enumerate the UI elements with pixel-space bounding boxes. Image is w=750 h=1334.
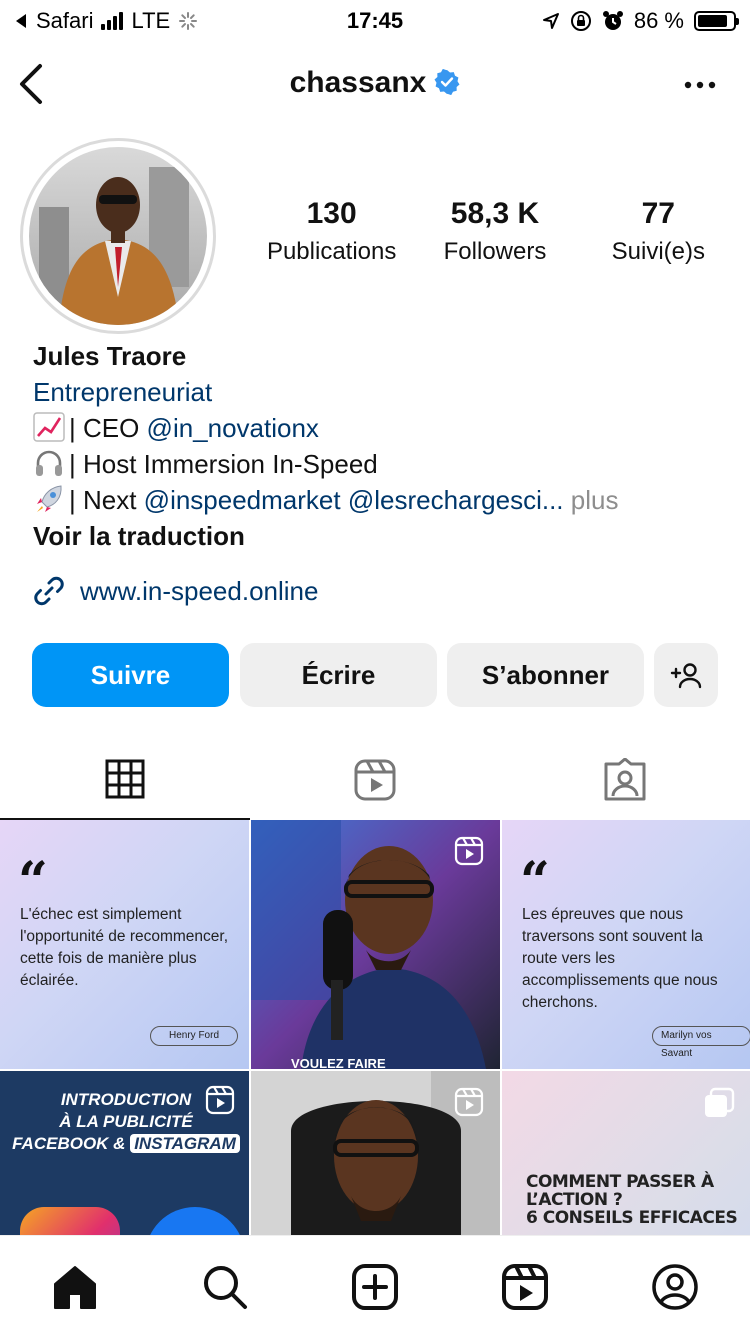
avatar[interactable] <box>29 147 207 325</box>
add-user-icon <box>670 663 702 689</box>
nav-create[interactable] <box>348 1260 402 1314</box>
profile-stats: 130 Publications 58,3 K Followers 77 Sui… <box>250 196 740 272</box>
status-bar: Safari LTE 17:45 86 % <box>0 0 750 42</box>
stat-label: Suivi(e)s <box>611 238 705 265</box>
nav-reels[interactable] <box>498 1260 552 1314</box>
post-reel[interactable] <box>251 1071 500 1235</box>
more-options-icon[interactable] <box>680 70 720 100</box>
nav-profile[interactable] <box>648 1260 702 1314</box>
bio-text: | CEO <box>69 413 147 443</box>
stat-following[interactable]: 77 Suivi(e)s <box>577 196 740 272</box>
bio-mention[interactable]: @inspeedmarket @lesrechargesci... <box>144 485 564 515</box>
stat-label: Followers <box>443 238 547 265</box>
profile-bio: Jules Traore Entrepreneuriat | CEO @in_n… <box>33 338 733 554</box>
new-post-icon <box>352 1264 398 1310</box>
battery-icon <box>694 11 739 31</box>
quote-author: Marilyn vos Savant <box>652 1026 750 1059</box>
bio-mention[interactable]: @in_novationx <box>147 413 319 443</box>
bio-text: | Host Immersion In-Speed <box>69 449 378 479</box>
reel-badge-icon <box>454 836 484 866</box>
search-icon <box>204 1266 247 1309</box>
website-link-row[interactable]: www.in-speed.online <box>32 574 318 608</box>
instagram-logo-shape <box>20 1207 120 1235</box>
suggested-users-button[interactable] <box>654 643 718 707</box>
nav-home[interactable] <box>48 1260 102 1314</box>
page-title: chassanx <box>0 66 750 100</box>
grid-icon <box>105 759 145 799</box>
location-icon <box>542 13 559 29</box>
profile-name: Jules Traore <box>33 341 187 371</box>
reels-icon <box>354 759 396 801</box>
username: chassanx <box>289 66 427 99</box>
reel-badge-icon <box>454 1087 484 1117</box>
stat-publications[interactable]: 130 Publications <box>250 196 413 272</box>
quote-text: Les épreuves que nous traversons sont so… <box>522 906 718 1011</box>
stat-value: 130 <box>306 197 357 230</box>
alarm-icon <box>602 11 623 30</box>
profile-header: chassanx <box>0 50 750 120</box>
headline-highlight: INSTAGRAM <box>130 1134 240 1153</box>
battery-percent: 86 % <box>633 8 684 33</box>
tab-tagged[interactable] <box>500 740 750 820</box>
rocket-icon <box>37 485 62 512</box>
quote-mark-icon: “ <box>520 851 550 912</box>
posts-grid: “ L'échec est simplement l'opportunité d… <box>0 820 750 1235</box>
headphones-icon <box>36 450 62 476</box>
quote-text: L'échec est simplement l'opportunité de … <box>20 906 229 989</box>
stat-label: Publications <box>266 238 397 265</box>
message-button[interactable]: Écrire <box>240 643 437 707</box>
stat-value: 58,3 K <box>450 197 540 230</box>
reel-caption: VOULEZ FAIRE <box>291 1056 386 1069</box>
rotation-lock-icon <box>570 11 591 31</box>
post-quote[interactable]: “ L'échec est simplement l'opportunité d… <box>0 820 249 1069</box>
post-headline: COMMENT PASSER À L’ACTION ? 6 CONSEILS E… <box>526 1173 746 1227</box>
home-icon <box>54 1266 96 1309</box>
tagged-icon <box>604 758 646 801</box>
tab-reels[interactable] <box>250 740 500 820</box>
reel-badge-icon <box>205 1085 235 1115</box>
profile-icon <box>652 1264 698 1310</box>
stat-followers[interactable]: 58,3 K Followers <box>413 196 576 272</box>
bio-text: | Next <box>69 485 144 515</box>
quote-mark-icon: “ <box>18 851 48 912</box>
tab-grid[interactable] <box>0 740 250 820</box>
profile-avatar-ring[interactable] <box>20 138 216 334</box>
chart-increasing-icon <box>33 412 65 442</box>
stat-value: 77 <box>641 197 675 230</box>
facebook-logo-shape <box>145 1207 245 1235</box>
link-icon <box>34 576 64 606</box>
verified-badge-icon <box>434 69 460 96</box>
post-reel[interactable]: INTRODUCTION À LA PUBLICITÉ FACEBOOK & I… <box>0 1071 249 1235</box>
carousel-badge-icon <box>705 1087 735 1117</box>
bio-line: | CEO @in_novationx <box>33 410 733 446</box>
profile-category[interactable]: Entrepreneuriat <box>33 374 733 410</box>
nav-search[interactable] <box>198 1260 252 1314</box>
subscribe-button[interactable]: S’abonner <box>447 643 644 707</box>
website-url[interactable]: www.in-speed.online <box>80 576 318 607</box>
post-carousel[interactable]: COMMENT PASSER À L’ACTION ? 6 CONSEILS E… <box>502 1071 750 1235</box>
headline-line: 6 CONSEILS EFFICACES <box>526 1208 738 1228</box>
bio-more-link[interactable]: plus <box>571 485 619 515</box>
bottom-navigation <box>0 1235 750 1334</box>
post-quote[interactable]: “ Les épreuves que nous traversons sont … <box>502 820 750 1069</box>
quote-author: Henry Ford <box>150 1026 239 1046</box>
post-reel[interactable]: VOULEZ FAIRE <box>251 820 500 1069</box>
follow-button[interactable]: Suivre <box>32 643 229 707</box>
bio-line: | Host Immersion In-Speed <box>33 446 733 482</box>
headline-text: FACEBOOK & <box>12 1134 126 1153</box>
reels-icon <box>502 1264 548 1310</box>
profile-tabs <box>0 740 750 820</box>
headline-line: FACEBOOK & INSTAGRAM <box>6 1133 246 1155</box>
headline-line: COMMENT PASSER À L’ACTION ? <box>526 1172 714 1210</box>
bio-line: | Next @inspeedmarket @lesrechargesci...… <box>33 482 733 518</box>
see-translation-link[interactable]: Voir la traduction <box>33 518 733 554</box>
